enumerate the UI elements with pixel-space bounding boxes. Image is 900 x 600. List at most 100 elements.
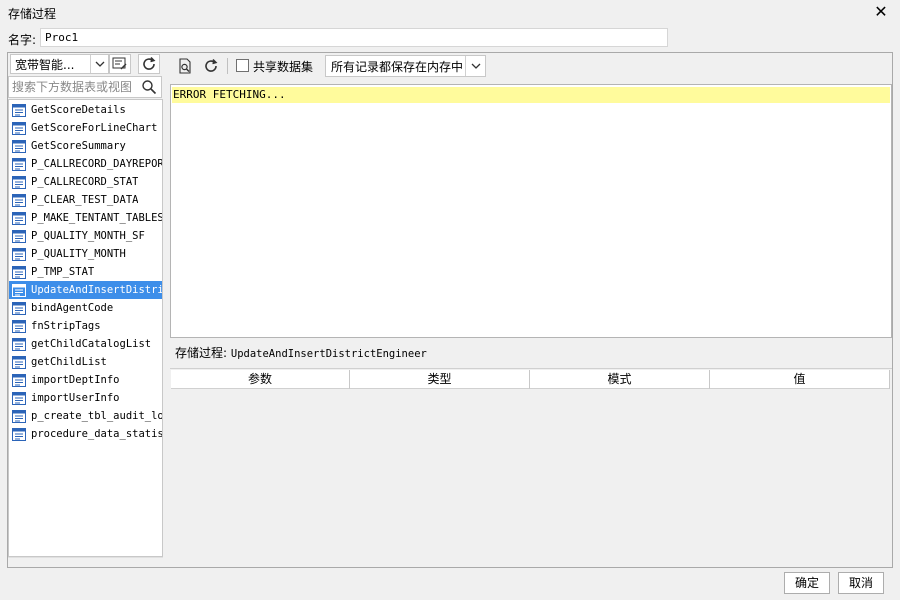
list-item-label: bindAgentCode	[31, 302, 114, 314]
list-item[interactable]: GetScoreForLineChart	[9, 119, 162, 137]
list-item[interactable]: procedure_data_statistics	[9, 425, 163, 443]
procedure-icon	[12, 373, 26, 387]
shared-dataset-label: 共享数据集	[253, 60, 314, 74]
name-input[interactable]	[40, 28, 668, 47]
list-item-label: getChildCatalogList	[31, 338, 152, 350]
list-item[interactable]: GetScoreDetails	[9, 101, 162, 119]
list-item[interactable]: fnStripTags	[9, 317, 162, 335]
list-item[interactable]: P_CLEAR_TEST_DATA	[9, 191, 162, 209]
procedure-icon	[12, 265, 26, 279]
name-label: 名字:	[8, 33, 37, 47]
refresh-list-button[interactable]	[138, 54, 160, 74]
list-item[interactable]: importUserInfo	[9, 389, 162, 407]
datasource-value: 宽带智能...	[15, 57, 75, 72]
procedure-icon	[12, 247, 26, 261]
edit-datasource-button[interactable]	[109, 54, 131, 74]
name-row: 名字:	[0, 27, 900, 49]
table-search	[8, 76, 162, 98]
list-item-label: P_QUALITY_MONTH	[31, 248, 126, 260]
list-item[interactable]: P_QUALITY_MONTH	[9, 245, 162, 263]
chevron-down-icon[interactable]	[465, 56, 485, 76]
cancel-button[interactable]: 取消	[838, 572, 884, 594]
procedure-list: GetScoreDetails GetScoreForLineChart GetSc…	[8, 99, 163, 557]
procedure-caption-label: 存储过程:	[175, 346, 228, 360]
procedure-icon	[12, 355, 26, 369]
procedure-caption-name: UpdateAndInsertDistrictEngineer	[230, 348, 427, 360]
list-item-label: procedure_data_statistics	[31, 428, 163, 440]
list-item[interactable]: importDeptInfo	[9, 371, 162, 389]
search-icon[interactable]	[141, 79, 157, 95]
list-item-label: GetScoreDetails	[31, 104, 126, 116]
ok-button[interactable]: 确定	[784, 572, 830, 594]
list-item[interactable]: UpdateAndInsertDistrictEngineer	[9, 281, 163, 299]
procedure-icon	[12, 283, 26, 297]
list-item-label: P_MAKE_TENTANT_TABLES	[31, 212, 163, 224]
list-item-label: getChildList	[31, 356, 107, 368]
refresh-icon	[143, 56, 156, 70]
close-icon[interactable]: ✕	[872, 3, 890, 21]
left-toolbar: 宽带智能...	[8, 53, 163, 75]
procedure-icon	[12, 139, 26, 153]
error-line: ERROR FETCHING...	[172, 87, 890, 103]
procedure-caption: 存储过程: UpdateAndInsertDistrictEngineer	[175, 344, 427, 361]
list-item[interactable]: p_create_tbl_audit_log	[9, 407, 163, 425]
edit-datasource-icon	[112, 57, 127, 70]
list-item[interactable]: getChildList	[9, 353, 162, 371]
list-item-label: importDeptInfo	[31, 374, 120, 386]
list-item[interactable]: P_CALLRECORD_STAT	[9, 173, 162, 191]
procedure-icon	[12, 301, 26, 315]
memory-mode-value: 所有记录都保存在内存中	[331, 59, 464, 74]
procedure-icon	[12, 319, 26, 333]
parameter-grid-header: 参数 类型 模式 值	[171, 370, 890, 389]
list-item-label: UpdateAndInsertDistrictEngineer	[31, 284, 163, 296]
list-item[interactable]: P_MAKE_TENTANT_TABLES	[9, 209, 163, 227]
search-input[interactable]	[12, 79, 140, 95]
procedure-icon	[12, 427, 26, 441]
memory-mode-select[interactable]: 所有记录都保存在内存中	[325, 55, 486, 77]
list-item[interactable]: P_TMP_STAT	[9, 263, 162, 281]
right-toolbar: 共享数据集 所有记录都保存在内存中	[170, 53, 892, 79]
list-item[interactable]: bindAgentCode	[9, 299, 162, 317]
column-header-value[interactable]: 值	[710, 370, 890, 389]
toolbar-divider	[227, 58, 228, 74]
procedure-icon	[12, 103, 26, 117]
procedure-icon	[12, 391, 26, 405]
column-header-param[interactable]: 参数	[171, 370, 350, 389]
preview-icon	[179, 58, 191, 74]
procedure-icon	[12, 175, 26, 189]
list-item-label: GetScoreForLineChart	[31, 122, 158, 134]
procedure-icon	[12, 409, 26, 423]
horizontal-scrollbar[interactable]	[8, 557, 163, 567]
column-header-type[interactable]: 类型	[350, 370, 530, 389]
list-item-label: P_QUALITY_MONTH_SF	[31, 230, 145, 242]
shared-dataset-checkbox[interactable]	[236, 59, 249, 72]
column-header-mode[interactable]: 模式	[530, 370, 710, 389]
list-item[interactable]: P_QUALITY_MONTH_SF	[9, 227, 162, 245]
procedure-icon	[12, 229, 26, 243]
list-item-label: P_CLEAR_TEST_DATA	[31, 194, 139, 206]
list-item-label: GetScoreSummary	[31, 140, 126, 152]
procedure-icon	[12, 121, 26, 135]
list-item-label: p_create_tbl_audit_log	[31, 410, 163, 422]
preview-button[interactable]	[175, 56, 195, 76]
list-item-label: importUserInfo	[31, 392, 120, 404]
list-item-label: P_CALLRECORD_STAT	[31, 176, 139, 188]
window-title: 存储过程	[8, 7, 57, 21]
list-item[interactable]: GetScoreSummary	[9, 137, 162, 155]
procedure-icon	[12, 211, 26, 225]
title-bar: 存储过程 ✕	[0, 0, 900, 26]
refresh-icon	[205, 58, 218, 72]
list-item-label: P_TMP_STAT	[31, 266, 95, 278]
list-item-label: P_CALLRECORD_DAYREPORT	[31, 158, 163, 170]
chevron-down-icon[interactable]	[90, 55, 108, 73]
list-item[interactable]: P_CALLRECORD_DAYREPORT	[9, 155, 163, 173]
list-item-label: fnStripTags	[31, 320, 101, 332]
refresh-button[interactable]	[201, 56, 221, 76]
procedure-icon	[12, 193, 26, 207]
procedure-icon	[12, 337, 26, 351]
parameter-grid: 参数 类型 模式 值	[170, 368, 892, 567]
datasource-select[interactable]: 宽带智能...	[10, 54, 109, 74]
sql-editor[interactable]: ERROR FETCHING...	[170, 84, 892, 338]
procedure-icon	[12, 157, 26, 171]
list-item[interactable]: getChildCatalogList	[9, 335, 162, 353]
